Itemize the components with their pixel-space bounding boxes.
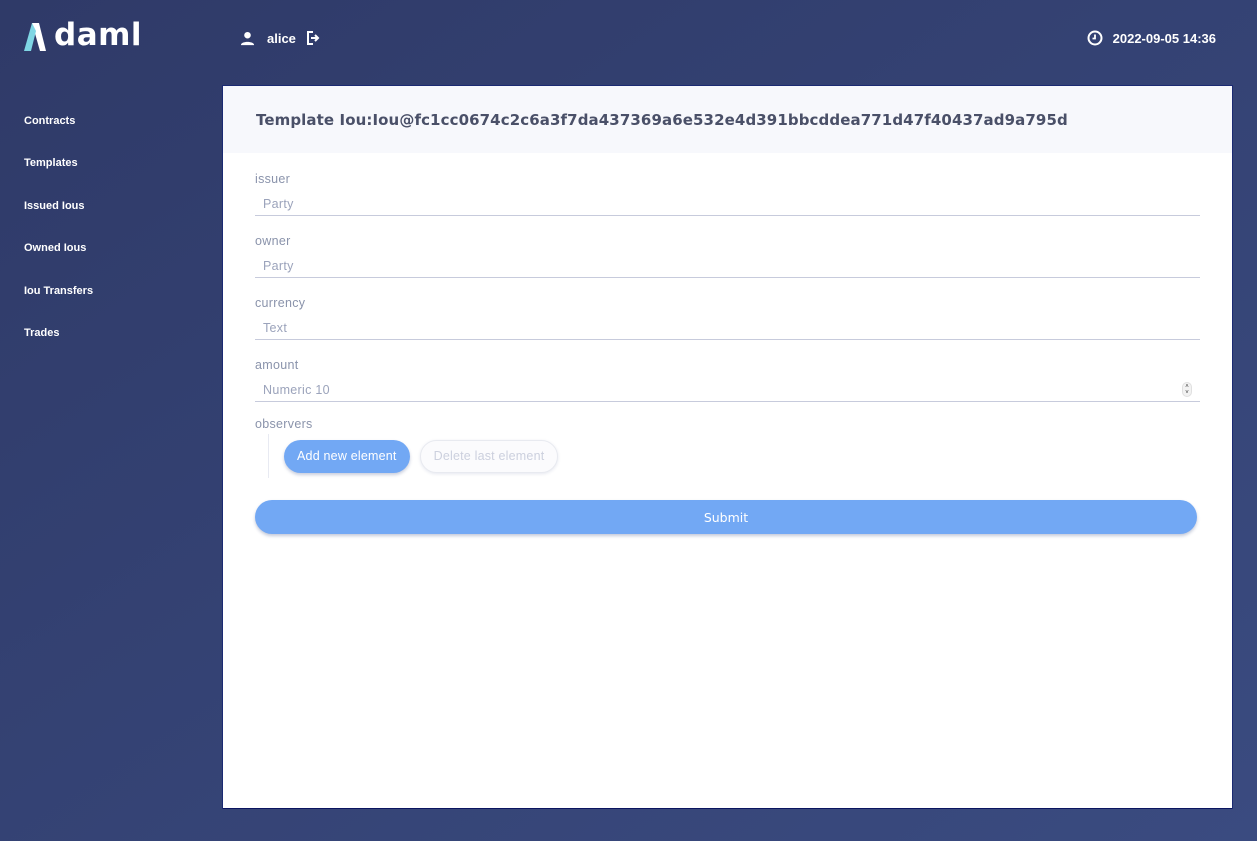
owner-input[interactable] xyxy=(255,255,1200,277)
field-label: observers xyxy=(255,417,313,431)
sidebar: Contracts Templates Issued Ious Owned Io… xyxy=(24,114,204,368)
amount-input[interactable] xyxy=(255,379,1200,401)
create-contract-form: issuer owner currency amount ˄˅ xyxy=(223,153,1232,534)
issuer-input[interactable] xyxy=(255,193,1200,215)
delete-element-button[interactable]: Delete last element xyxy=(419,439,559,473)
spinner-arrows-icon[interactable]: ˄ ˅ xyxy=(1182,382,1192,397)
sidebar-item-owned-ious[interactable]: Owned Ious xyxy=(24,241,204,283)
observers-list: Add new element Delete last element xyxy=(268,434,1200,478)
sidebar-item-iou-transfers[interactable]: Iou Transfers xyxy=(24,284,204,326)
username: alice xyxy=(267,30,296,46)
panel-header: Template Iou:Iou@fc1cc0674c2c6a3f7da4373… xyxy=(223,86,1232,153)
daml-logo-mark-icon xyxy=(24,23,46,51)
field-issuer: issuer xyxy=(255,169,1200,216)
datetime: 2022-09-05 14:36 xyxy=(1112,30,1216,46)
user-info: alice xyxy=(240,30,320,46)
submit-button[interactable]: Submit xyxy=(255,500,1197,534)
field-currency: currency xyxy=(255,293,1200,340)
field-label: amount xyxy=(255,358,299,372)
field-observers: observers Add new element Delete last el… xyxy=(255,414,1200,478)
field-label: currency xyxy=(255,296,306,310)
sidebar-item-issued-ious[interactable]: Issued Ious xyxy=(24,199,204,241)
field-label: issuer xyxy=(255,172,291,186)
field-owner: owner xyxy=(255,231,1200,278)
daml-logo: daml xyxy=(24,17,143,53)
logout-icon[interactable] xyxy=(306,31,320,45)
currency-input[interactable] xyxy=(255,317,1200,339)
add-element-button[interactable]: Add new element xyxy=(284,439,410,473)
logo-text: daml xyxy=(54,17,143,53)
page-title: Template Iou:Iou@fc1cc0674c2c6a3f7da4373… xyxy=(256,110,1068,129)
sidebar-item-templates[interactable]: Templates xyxy=(24,156,204,198)
sidebar-item-contracts[interactable]: Contracts xyxy=(24,114,204,156)
person-icon xyxy=(240,31,255,45)
clock-icon xyxy=(1087,30,1103,46)
sidebar-item-trades[interactable]: Trades xyxy=(24,326,204,368)
ledger-time: 2022-09-05 14:36 xyxy=(1087,30,1216,46)
field-label: owner xyxy=(255,234,291,248)
field-amount: amount ˄˅ xyxy=(255,355,1200,402)
template-panel: Template Iou:Iou@fc1cc0674c2c6a3f7da4373… xyxy=(223,86,1232,808)
